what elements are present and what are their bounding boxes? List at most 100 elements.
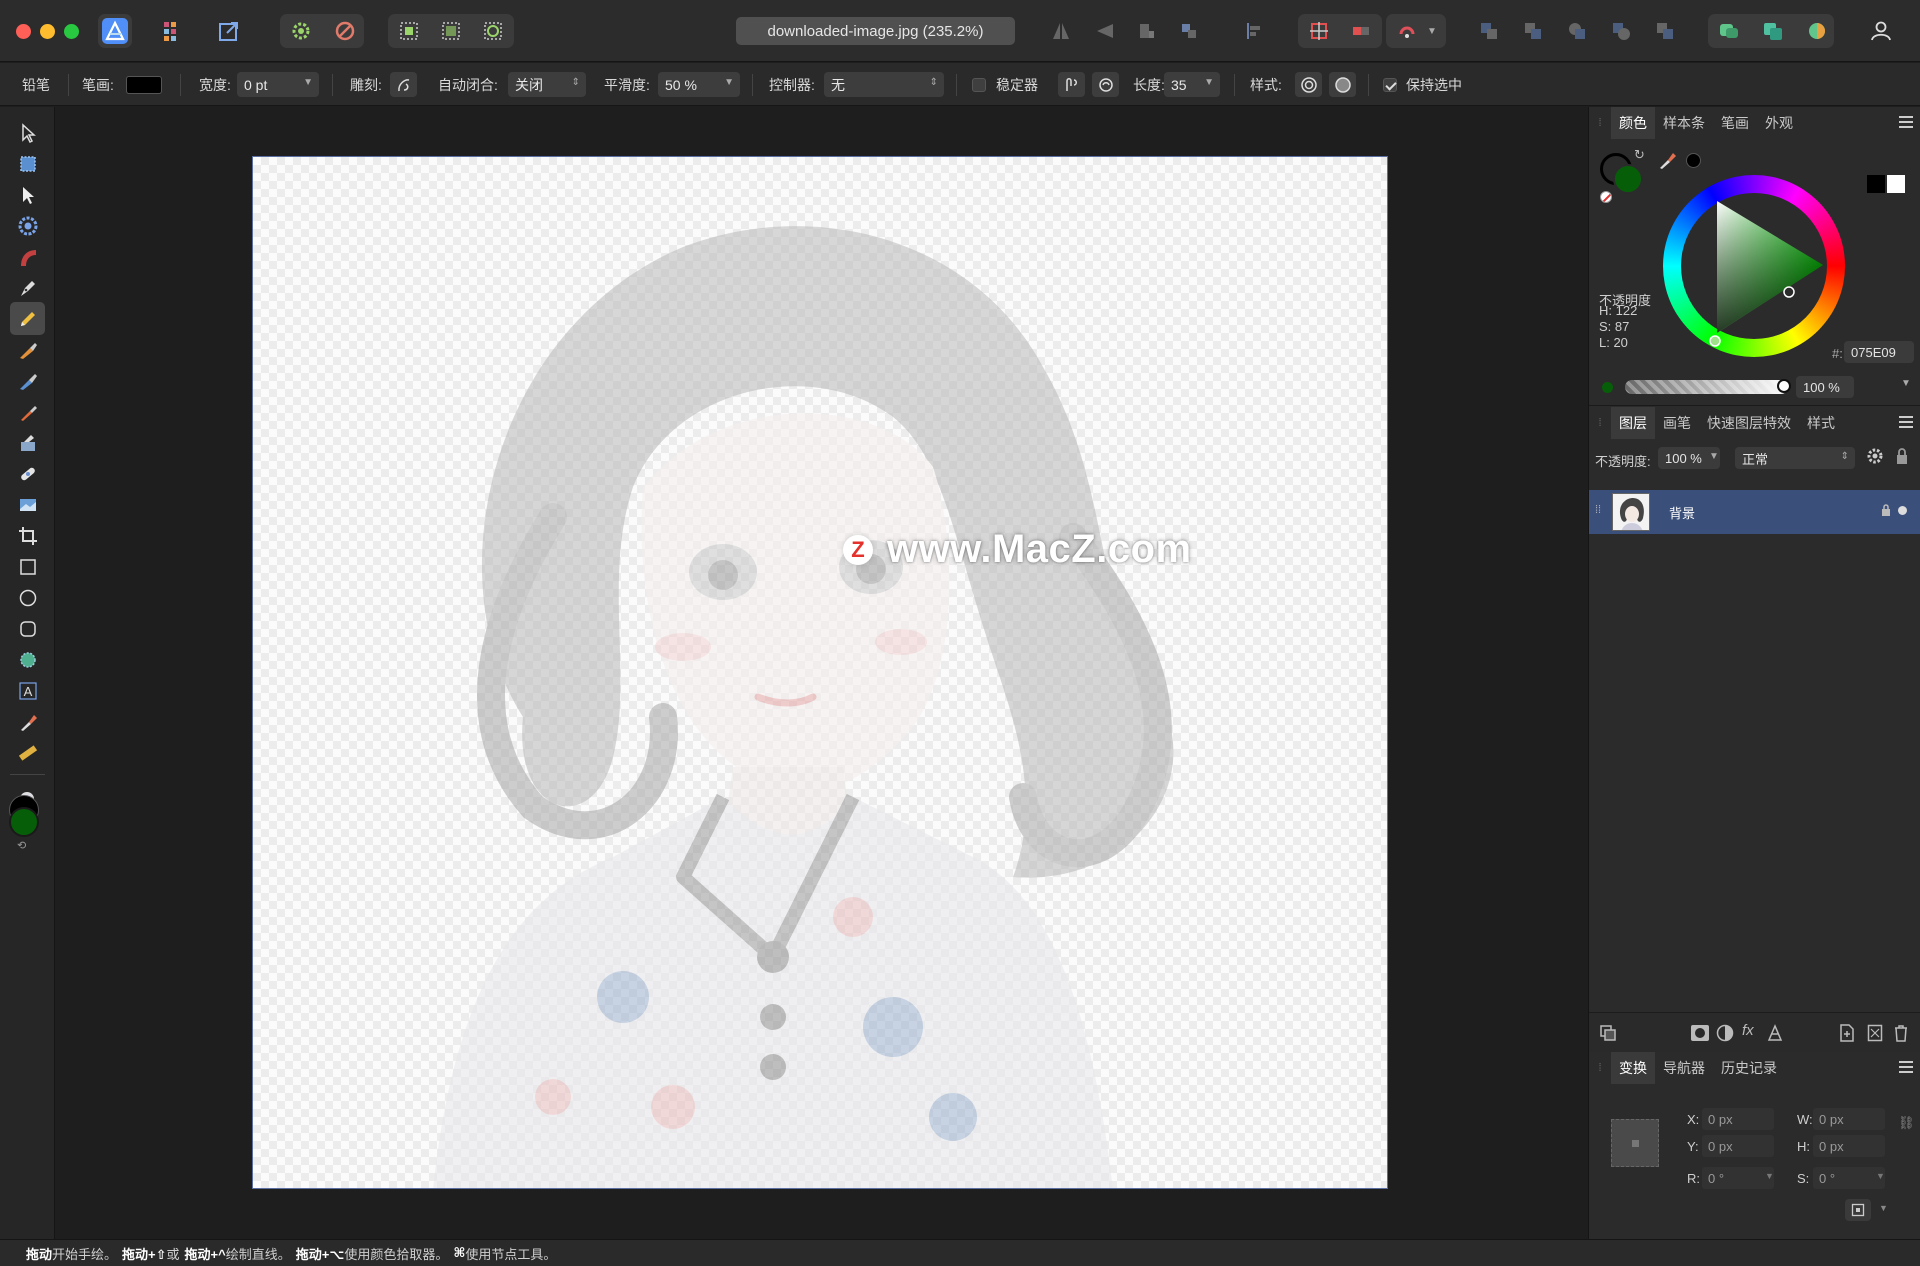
controller-select[interactable]: 无 ⇕: [824, 72, 944, 97]
live-filter-fx-icon[interactable]: fx: [1742, 1022, 1754, 1039]
flip-horizontal-icon[interactable]: [1044, 14, 1078, 48]
rope-mode-button[interactable]: [1058, 72, 1085, 97]
tab-brushes[interactable]: 画笔: [1655, 407, 1699, 439]
settings-gear-icon[interactable]: [284, 14, 318, 48]
magnet-icon[interactable]: [1390, 14, 1424, 48]
add-pixel-layer-icon[interactable]: [1839, 1024, 1855, 1045]
move-tool-icon[interactable]: [10, 116, 45, 149]
opacity-slider-handle[interactable]: [1777, 379, 1791, 393]
style-fill-button[interactable]: [1329, 72, 1356, 97]
style-outline-button[interactable]: [1295, 72, 1322, 97]
select-all-icon[interactable]: [392, 14, 426, 48]
anchor-selector[interactable]: [1611, 1119, 1659, 1167]
rotate-right-icon[interactable]: [1172, 14, 1206, 48]
link-aspect-icon[interactable]: ⛓: [1898, 1115, 1915, 1131]
layer-settings-gear-icon[interactable]: [1865, 446, 1885, 469]
shear-input[interactable]: 0 °: [1813, 1167, 1885, 1189]
adjustment-layer-icon[interactable]: [1716, 1024, 1734, 1045]
flip-vertical-icon[interactable]: [1088, 14, 1122, 48]
black-swatch[interactable]: [1867, 175, 1885, 193]
color-panel-menu-icon[interactable]: [1899, 116, 1913, 128]
align-left-icon[interactable]: [1238, 14, 1272, 48]
pencil-tool-icon[interactable]: [10, 302, 45, 335]
eyedropper-tool-icon[interactable]: [10, 705, 45, 738]
hex-input[interactable]: 075E09: [1844, 341, 1914, 363]
crop-tool-icon[interactable]: [10, 519, 45, 552]
chevron-down-icon[interactable]: ▼: [1765, 1171, 1774, 1181]
liquify-tool-icon[interactable]: [10, 240, 45, 273]
move-to-front-icon[interactable]: [1604, 14, 1638, 48]
live-filter-layer-icon[interactable]: [1766, 1024, 1784, 1045]
color-picker-brush-icon[interactable]: [10, 395, 45, 428]
chevron-down-icon[interactable]: ▼: [1876, 1171, 1885, 1181]
document-tab[interactable]: downloaded-image.jpg (235.2%): [736, 17, 1015, 45]
persona-grid-icon[interactable]: [156, 14, 190, 48]
swap-colors-icon[interactable]: ⟲: [17, 839, 26, 852]
assistant-icon[interactable]: [1712, 14, 1746, 48]
paint-brush-tool-icon[interactable]: [10, 333, 45, 366]
text-tool-icon[interactable]: A: [10, 674, 45, 707]
affinity-photo-logo-icon[interactable]: [98, 14, 132, 48]
h-input[interactable]: 0 px: [1813, 1135, 1885, 1157]
w-input[interactable]: 0 px: [1813, 1108, 1885, 1130]
eyedropper-icon[interactable]: [1657, 149, 1679, 174]
measure-tool-icon[interactable]: [10, 736, 45, 769]
view-rotate-tool-icon[interactable]: [10, 209, 45, 242]
stabilizer-checkbox[interactable]: [972, 78, 986, 92]
opacity-input[interactable]: 100 %: [1796, 376, 1854, 398]
keep-selected-checkbox[interactable]: [1383, 78, 1397, 92]
panel-grip-icon[interactable]: ⁞: [1589, 117, 1611, 129]
tab-appearance[interactable]: 外观: [1757, 107, 1801, 139]
mask-layer-icon[interactable]: [1690, 1024, 1710, 1045]
saturation-triangle[interactable]: [1663, 175, 1845, 357]
chevron-down-icon[interactable]: ▼: [1879, 1203, 1888, 1213]
color-wheel[interactable]: [1663, 175, 1845, 357]
move-back-one-icon[interactable]: [1516, 14, 1550, 48]
healing-tool-icon[interactable]: [10, 457, 45, 490]
tab-color[interactable]: 颜色: [1611, 107, 1655, 139]
chevron-down-icon[interactable]: ▼: [1709, 451, 1719, 462]
picked-color-swatch[interactable]: [1686, 153, 1701, 168]
account-user-icon[interactable]: [1864, 14, 1898, 48]
snapping-icon[interactable]: [1302, 14, 1336, 48]
drag-handle-icon[interactable]: ⁞⁞: [1595, 504, 1601, 516]
close-window-button[interactable]: [16, 24, 31, 39]
no-color-icon[interactable]: [1600, 191, 1612, 203]
tab-navigator[interactable]: 导航器: [1655, 1052, 1713, 1084]
rotate-left-icon[interactable]: [1130, 14, 1164, 48]
move-to-back-icon[interactable]: [1472, 14, 1506, 48]
snap-options-chevron-icon[interactable]: ▼: [1422, 14, 1442, 48]
tab-stroke[interactable]: 笔画: [1713, 107, 1757, 139]
x-input[interactable]: 0 px: [1702, 1108, 1774, 1130]
length-input[interactable]: 35 ▼: [1164, 72, 1220, 97]
image-place-tool-icon[interactable]: [10, 488, 45, 521]
opacity-slider[interactable]: [1625, 380, 1788, 394]
ellipse-marquee-tool-icon[interactable]: [10, 581, 45, 614]
layers-panel-menu-icon[interactable]: [1899, 416, 1913, 428]
clone-tool-icon[interactable]: [10, 426, 45, 459]
tab-history[interactable]: 历史记录: [1713, 1052, 1785, 1084]
node-tool-icon[interactable]: [10, 178, 45, 211]
lock-icon[interactable]: [1895, 447, 1909, 468]
y-input[interactable]: 0 px: [1702, 1135, 1774, 1157]
arrange-icon[interactable]: [1648, 14, 1682, 48]
fill-color-circle[interactable]: [1613, 164, 1643, 194]
document-canvas[interactable]: Z www.MacZ.com: [252, 156, 1388, 1189]
sculpt-toggle-button[interactable]: [390, 72, 417, 97]
stroke-color-swatch[interactable]: [126, 76, 162, 94]
auto-correct-icon[interactable]: [328, 14, 362, 48]
tab-styles[interactable]: 样式: [1799, 407, 1843, 439]
panel-grip-icon[interactable]: ⁞: [1589, 1062, 1611, 1074]
autoclose-select[interactable]: 关闭 ⇕: [508, 72, 586, 97]
panel-grip-icon[interactable]: ⁞: [1589, 417, 1611, 429]
chevron-down-icon[interactable]: ▼: [1901, 378, 1911, 389]
tab-layer-fx[interactable]: 快速图层特效: [1699, 407, 1799, 439]
invert-selection-icon[interactable]: [476, 14, 510, 48]
export-persona-icon[interactable]: [212, 14, 246, 48]
tab-swatches[interactable]: 样本条: [1655, 107, 1713, 139]
transform-origin-button[interactable]: [1845, 1199, 1871, 1221]
add-group-icon[interactable]: [1867, 1024, 1883, 1045]
canvas-area[interactable]: Z www.MacZ.com: [56, 107, 1587, 1239]
width-input[interactable]: 0 pt ▼: [237, 72, 319, 97]
transform-panel-menu-icon[interactable]: [1899, 1061, 1913, 1073]
